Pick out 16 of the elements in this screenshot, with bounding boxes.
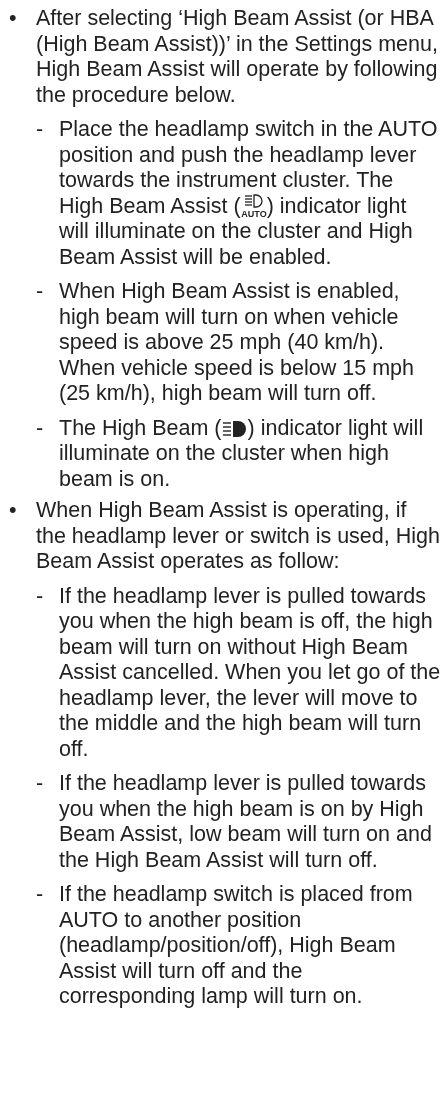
dash-mark: -	[36, 415, 45, 442]
dash-mark: -	[36, 117, 45, 143]
high-beam-icon	[221, 419, 248, 438]
step-text: If the headlamp lever is pulled towards you when the high beam is off, the high beam will turn on without High Beam Assist cancelled. When you let go of the headlamp lever, the lever will move to the middle and the high beam will turn off.	[59, 583, 442, 762]
bullet-text: When High Beam Assist is operating, if the headlamp lever or switch is used, High Beam Assist operates as follow:	[36, 498, 441, 575]
bullet-mark: •	[8, 6, 18, 32]
step-text: The High Beam ( ) indicator light will illuminate on the cluster when high beam is on.	[59, 415, 425, 492]
dash-mark: -	[36, 279, 45, 305]
step-text: If the headlamp switch is placed from AUTO to another position (headlamp/position/off), High Beam Assist will turn off and the corresponding lamp will turn on.	[59, 882, 414, 1010]
dash-mark: -	[36, 583, 45, 610]
dash-mark: -	[36, 882, 45, 908]
step-text: When High Beam Assist is enabled, high beam will turn on when vehicle speed is above 25 mph (40 km/h). When vehicle speed is below 15 mph (25 km/h), high beam will turn off.	[59, 279, 415, 407]
bullet-mark: •	[8, 498, 18, 524]
step-text: If the headlamp lever is pulled towards you when the high beam is on by High Beam Assist, low beam will turn on and the High Beam Assist will turn off.	[59, 771, 433, 873]
bullet-text: After selecting ‘High Beam Assist (or HBA (High Beam Assist))’ in the Settings menu, High Beam Assist will operate by following the procedure below.	[36, 6, 439, 108]
dash-mark: -	[36, 771, 45, 797]
